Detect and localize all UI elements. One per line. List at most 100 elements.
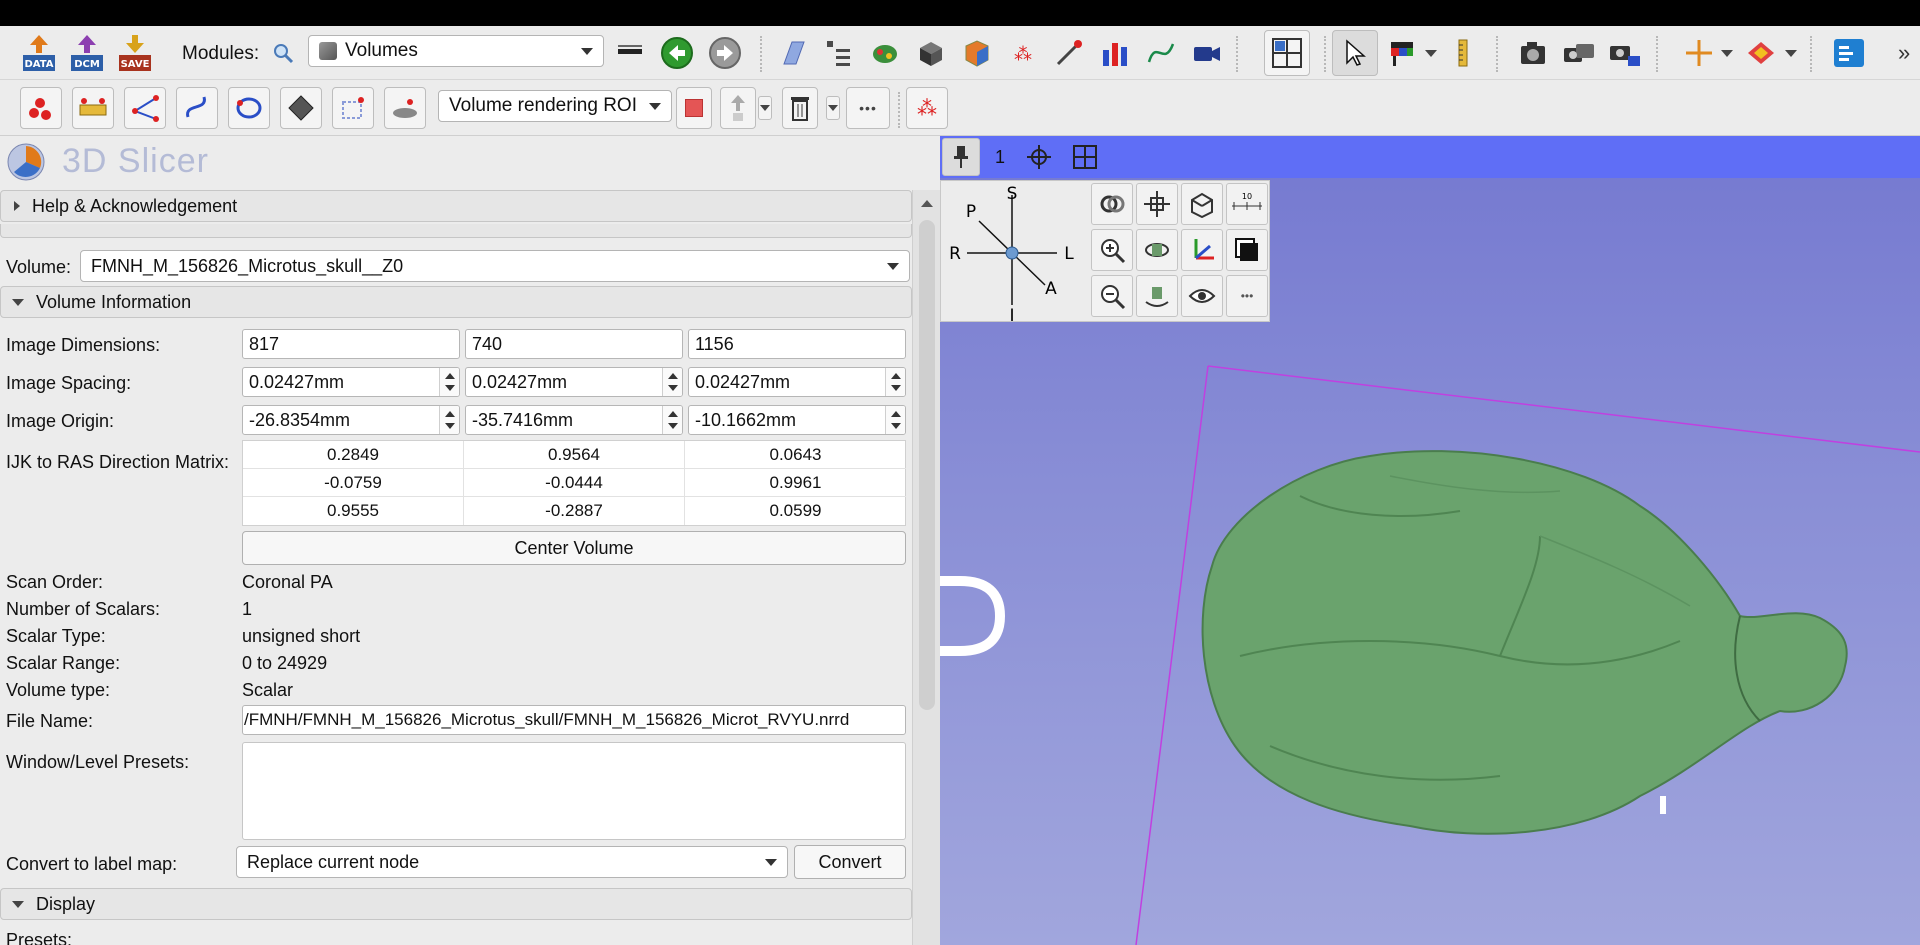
volume-render-icon [920, 42, 942, 66]
back-button[interactable] [656, 32, 698, 74]
place-plane-button[interactable] [280, 87, 322, 129]
spin-arrows-icon[interactable] [439, 368, 459, 396]
tool-button-1[interactable] [772, 32, 814, 74]
arrow-right-icon [709, 37, 741, 69]
markups-toolbar: Volume rendering ROI ••• ⁂ [0, 80, 1920, 136]
spin-arrows-icon[interactable] [885, 368, 905, 396]
spin-arrows-icon[interactable] [439, 406, 459, 434]
matrix-cell[interactable]: 0.9564 [464, 441, 685, 469]
trash-icon [791, 97, 809, 121]
place-closed-curve-button[interactable] [228, 87, 270, 129]
place-angle-button[interactable] [124, 87, 166, 129]
skull-model[interactable] [1201, 450, 1848, 835]
origin-y-spinbox[interactable]: -35.7416mm [465, 405, 683, 435]
display-section-header[interactable]: Display [0, 888, 912, 920]
delete-markup-dropdown[interactable] [826, 96, 840, 120]
pointer-mode-button[interactable] [1332, 30, 1378, 76]
matrix-cell[interactable]: 0.9961 [685, 469, 906, 497]
segment-editor-button[interactable] [864, 32, 906, 74]
origin-x-spinbox[interactable]: -26.8354mm [242, 405, 460, 435]
models-button[interactable] [956, 32, 998, 74]
module-cube-icon [319, 42, 337, 60]
matrix-cell[interactable]: 0.0599 [685, 497, 906, 525]
place-line-button[interactable] [72, 87, 114, 129]
scroll-up-icon[interactable] [921, 200, 933, 207]
module-history-button[interactable] [614, 34, 648, 72]
place-markup-dropdown[interactable] [1424, 46, 1438, 60]
more-markup-options-button[interactable]: ••• [846, 87, 890, 129]
wl-presets-list[interactable] [242, 742, 906, 840]
markup-lock-button[interactable] [720, 87, 756, 129]
3d-view[interactable]: 1 S P R L A I 10 ••• [940, 136, 1920, 945]
spin-arrows-icon[interactable] [662, 406, 682, 434]
spacing-x-spinbox[interactable]: 0.02427mm [242, 367, 460, 397]
markups-button[interactable]: ⁂ [1002, 32, 1044, 74]
place-fiducial-button[interactable] [20, 87, 62, 129]
crosshair-button[interactable] [1678, 32, 1720, 74]
roi-box-edge [1207, 365, 1920, 453]
scrollbar-thumb[interactable] [919, 220, 935, 710]
module-panel: 3D Slicer Help & Acknowledgement Volume:… [0, 136, 940, 945]
module-search-icon[interactable] [270, 40, 296, 66]
place-surface-button[interactable] [384, 87, 426, 129]
slice-intersections-dropdown[interactable] [1784, 46, 1798, 60]
scene-views-button[interactable] [1604, 32, 1646, 74]
layout-button[interactable] [1264, 30, 1310, 76]
camera-icon [1521, 42, 1545, 64]
persistent-place-button[interactable]: ⁂ [906, 87, 948, 129]
slice-intersections-button[interactable] [1740, 32, 1782, 74]
volume-selector[interactable]: FMNH_M_156826_Microtus_skull__Z0 [80, 250, 910, 282]
volume-type-value: Scalar [242, 680, 294, 700]
markup-node-selector[interactable]: Volume rendering ROI [438, 90, 672, 122]
center-volume-button[interactable]: Center Volume [242, 531, 906, 565]
screenshot-button[interactable] [1512, 32, 1554, 74]
extension-manager-button[interactable] [1828, 32, 1870, 74]
data-tree-button[interactable] [818, 32, 860, 74]
panel-scrollbar[interactable] [912, 190, 940, 945]
place-markup-button[interactable] [1382, 32, 1424, 74]
convert-mode-selector[interactable]: Replace current node [236, 846, 788, 878]
matrix-cell[interactable]: 0.2849 [243, 441, 464, 469]
display-section-title: Display [36, 893, 96, 914]
volume-rendering-button[interactable] [910, 32, 952, 74]
matrix-cell[interactable]: 0.9555 [243, 497, 464, 525]
markup-lock-dropdown[interactable] [758, 96, 772, 120]
spacing-y-spinbox[interactable]: 0.02427mm [465, 367, 683, 397]
crosshair-dropdown[interactable] [1720, 46, 1734, 60]
delete-markup-button[interactable] [782, 87, 818, 129]
scan-order-label: Scan Order: [6, 572, 104, 592]
origin-z-spinbox[interactable]: -10.1662mm [688, 405, 906, 435]
place-curve-button[interactable] [176, 87, 218, 129]
curves-button[interactable] [1140, 32, 1182, 74]
help-section-header[interactable]: Help & Acknowledgement [0, 190, 912, 222]
convert-button[interactable]: Convert [794, 845, 906, 879]
spacing-z-spinbox[interactable]: 0.02427mm [688, 367, 906, 397]
save-button[interactable]: SAVE [114, 32, 156, 74]
markup-color-button[interactable] [676, 87, 712, 129]
screen-capture-button[interactable] [1186, 32, 1228, 74]
layout-grid-icon [1272, 38, 1302, 68]
video-camera-icon [1194, 47, 1220, 61]
volume-info-section-header[interactable]: Volume Information [0, 286, 912, 318]
matrix-cell[interactable]: -0.0444 [464, 469, 685, 497]
load-dicom-button[interactable]: DCM [66, 32, 108, 74]
plots-button[interactable] [1094, 32, 1136, 74]
module-selector[interactable]: Volumes [308, 35, 604, 67]
svg-text:DCM: DCM [74, 59, 100, 70]
scene-capture-button[interactable] [1558, 32, 1600, 74]
transforms-button[interactable] [1048, 32, 1090, 74]
chevron-down-icon [765, 859, 777, 866]
spin-arrows-icon[interactable] [662, 368, 682, 396]
spin-arrows-icon[interactable] [885, 406, 905, 434]
chevron-down-icon [1721, 49, 1733, 57]
dimension-x-field: 817 [242, 329, 460, 359]
matrix-cell[interactable]: 0.0643 [685, 441, 906, 469]
forward-button[interactable] [704, 32, 746, 74]
matrix-cell[interactable]: -0.2887 [464, 497, 685, 525]
place-roi-button[interactable] [332, 87, 374, 129]
matrix-cell[interactable]: -0.0759 [243, 469, 464, 497]
toolbar-overflow-button[interactable]: » [1898, 40, 1910, 66]
bar-chart-icon [1103, 43, 1127, 66]
file-name-field[interactable]: /FMNH/FMNH_M_156826_Microtus_skull/FMNH_… [242, 705, 906, 735]
load-data-button[interactable]: DATA [18, 32, 60, 74]
